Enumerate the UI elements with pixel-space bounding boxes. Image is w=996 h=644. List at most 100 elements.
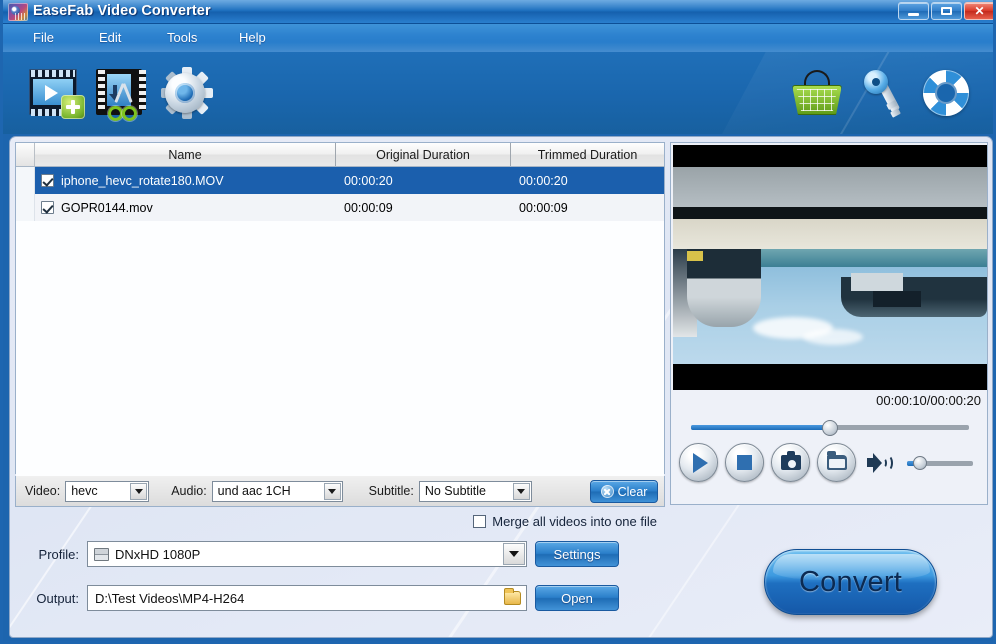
open-button[interactable]: Open [535, 585, 619, 611]
speaker-cone [867, 453, 882, 473]
shopping-basket-icon[interactable] [790, 70, 844, 118]
preview-panel: 00:00:10/00:00:20 [670, 142, 988, 505]
table-row[interactable]: iphone_hevc_rotate180.MOV 00:00:20 00:00… [16, 167, 664, 194]
row-trimmed-duration: 00:00:20 [511, 167, 664, 194]
trim-video-icon[interactable] [96, 67, 148, 121]
row-file-name: iphone_hevc_rotate180.MOV [61, 173, 224, 188]
subtitle-value: No Subtitle [424, 484, 486, 498]
audio-stream-select[interactable]: und aac 1CH [211, 480, 343, 502]
merge-checkbox[interactable] [473, 514, 487, 528]
merge-label: Merge all videos into one file [492, 513, 657, 529]
preview-boat-right-deck [873, 291, 921, 307]
lifebuoy-icon[interactable] [921, 68, 971, 118]
window-title: EaseFab Video Converter [33, 3, 211, 19]
title-bar: EaseFab Video Converter ✕ [3, 0, 993, 24]
volume-thumb[interactable] [913, 456, 928, 470]
maximize-button[interactable] [931, 2, 962, 20]
preview-boat-right-cabin [851, 273, 903, 291]
folder-icon[interactable] [504, 588, 521, 605]
letterbox-bottom [673, 364, 987, 390]
seek-slider[interactable] [691, 420, 969, 436]
profile-select[interactable]: DNxHD 1080P [87, 541, 527, 567]
file-list-empty-area[interactable] [16, 221, 664, 499]
menu-item-help[interactable]: Help [233, 30, 272, 45]
settings-gear-icon[interactable] [160, 67, 213, 119]
column-header-original-duration[interactable]: Original Duration [336, 143, 511, 166]
subtitle-select[interactable]: No Subtitle [418, 480, 532, 502]
seek-fill [691, 425, 830, 430]
row-gutter [16, 194, 35, 221]
toolbar [3, 52, 993, 134]
application-window: EaseFab Video Converter ✕ File Edit Tool… [0, 0, 996, 644]
chevron-down-icon[interactable] [130, 482, 148, 500]
menu-item-tools[interactable]: Tools [161, 30, 203, 45]
key-head [864, 70, 888, 94]
trim-handle-left [108, 106, 123, 121]
preview-cloud-2 [803, 329, 863, 345]
output-path-value: D:\Test Videos\MP4-H264 [95, 590, 245, 606]
add-video-icon[interactable] [29, 67, 85, 119]
menu-item-file[interactable]: File [27, 30, 60, 45]
preview-yellow-marker [687, 251, 703, 261]
row-name-cell[interactable]: GOPR0144.mov [35, 194, 336, 221]
minimize-button[interactable] [898, 2, 929, 20]
row-gutter [16, 167, 35, 194]
close-button[interactable]: ✕ [964, 2, 993, 20]
table-row[interactable]: GOPR0144.mov 00:00:09 00:00:09 [16, 194, 664, 221]
window-controls: ✕ [898, 2, 993, 20]
menu-item-edit[interactable]: Edit [93, 30, 127, 45]
content-panel: Name Original Duration Trimmed Duration … [9, 136, 993, 638]
subtitle-label: Subtitle: [368, 484, 414, 498]
row-name-cell[interactable]: iphone_hevc_rotate180.MOV [35, 167, 336, 194]
speaker-wave-2 [883, 455, 893, 471]
row-original-duration: 00:00:20 [336, 167, 511, 194]
profile-value: DNxHD 1080P [115, 546, 201, 562]
stop-icon [737, 455, 752, 470]
stop-button[interactable] [725, 443, 764, 482]
stream-selector-bar: Video: hevc Audio: und aac 1CH Subtitle:… [15, 476, 665, 507]
preview-sky-band [673, 167, 987, 207]
file-list-header: Name Original Duration Trimmed Duration [16, 143, 664, 167]
clear-button[interactable]: Clear [590, 480, 658, 503]
merge-row: Merge all videos into one file [15, 510, 665, 532]
open-folder-button[interactable] [817, 443, 856, 482]
row-file-name: GOPR0144.mov [61, 200, 153, 215]
maximize-icon [941, 7, 952, 15]
preview-dark-band [673, 207, 987, 219]
file-list[interactable]: Name Original Duration Trimmed Duration … [15, 142, 665, 499]
video-stream-label: Video: [25, 484, 61, 498]
seek-thumb[interactable] [822, 420, 838, 436]
speaker-icon[interactable] [867, 453, 893, 473]
add-video-plus-badge [61, 95, 85, 119]
column-header-name[interactable]: Name [35, 143, 336, 166]
convert-button[interactable]: Convert [764, 549, 937, 615]
video-stream-select[interactable]: hevc [65, 480, 150, 502]
key-icon[interactable] [858, 68, 906, 118]
add-video-play-glyph [45, 85, 58, 101]
file-list-gutter-header [16, 143, 35, 166]
play-icon [693, 452, 708, 473]
output-path-input[interactable]: D:\Test Videos\MP4-H264 [87, 585, 527, 611]
play-button[interactable] [679, 443, 718, 482]
volume-slider[interactable] [907, 456, 973, 470]
settings-button[interactable]: Settings [535, 541, 619, 567]
profile-row: Profile: DNxHD 1080P Settings [15, 541, 619, 567]
film-reel-icon [8, 3, 28, 21]
menu-bar: File Edit Tools Help [3, 24, 993, 52]
menu-bar-sheen [3, 42, 993, 52]
column-header-trimmed-duration[interactable]: Trimmed Duration [511, 143, 664, 166]
chevron-down-icon[interactable] [503, 543, 525, 565]
profile-label: Profile: [38, 546, 79, 562]
convert-button-label: Convert [799, 565, 902, 598]
minimize-icon [908, 12, 919, 16]
row-checkbox[interactable] [41, 174, 54, 187]
video-preview[interactable] [673, 145, 987, 390]
audio-stream-label: Audio: [171, 484, 207, 498]
row-checkbox[interactable] [41, 201, 54, 214]
video-stream-value: hevc [71, 484, 98, 498]
playback-time-label: 00:00:10/00:00:20 [876, 393, 981, 408]
chevron-down-icon[interactable] [512, 482, 530, 500]
snapshot-button[interactable] [771, 443, 810, 482]
close-circle-icon [600, 485, 614, 498]
chevron-down-icon[interactable] [323, 482, 341, 500]
